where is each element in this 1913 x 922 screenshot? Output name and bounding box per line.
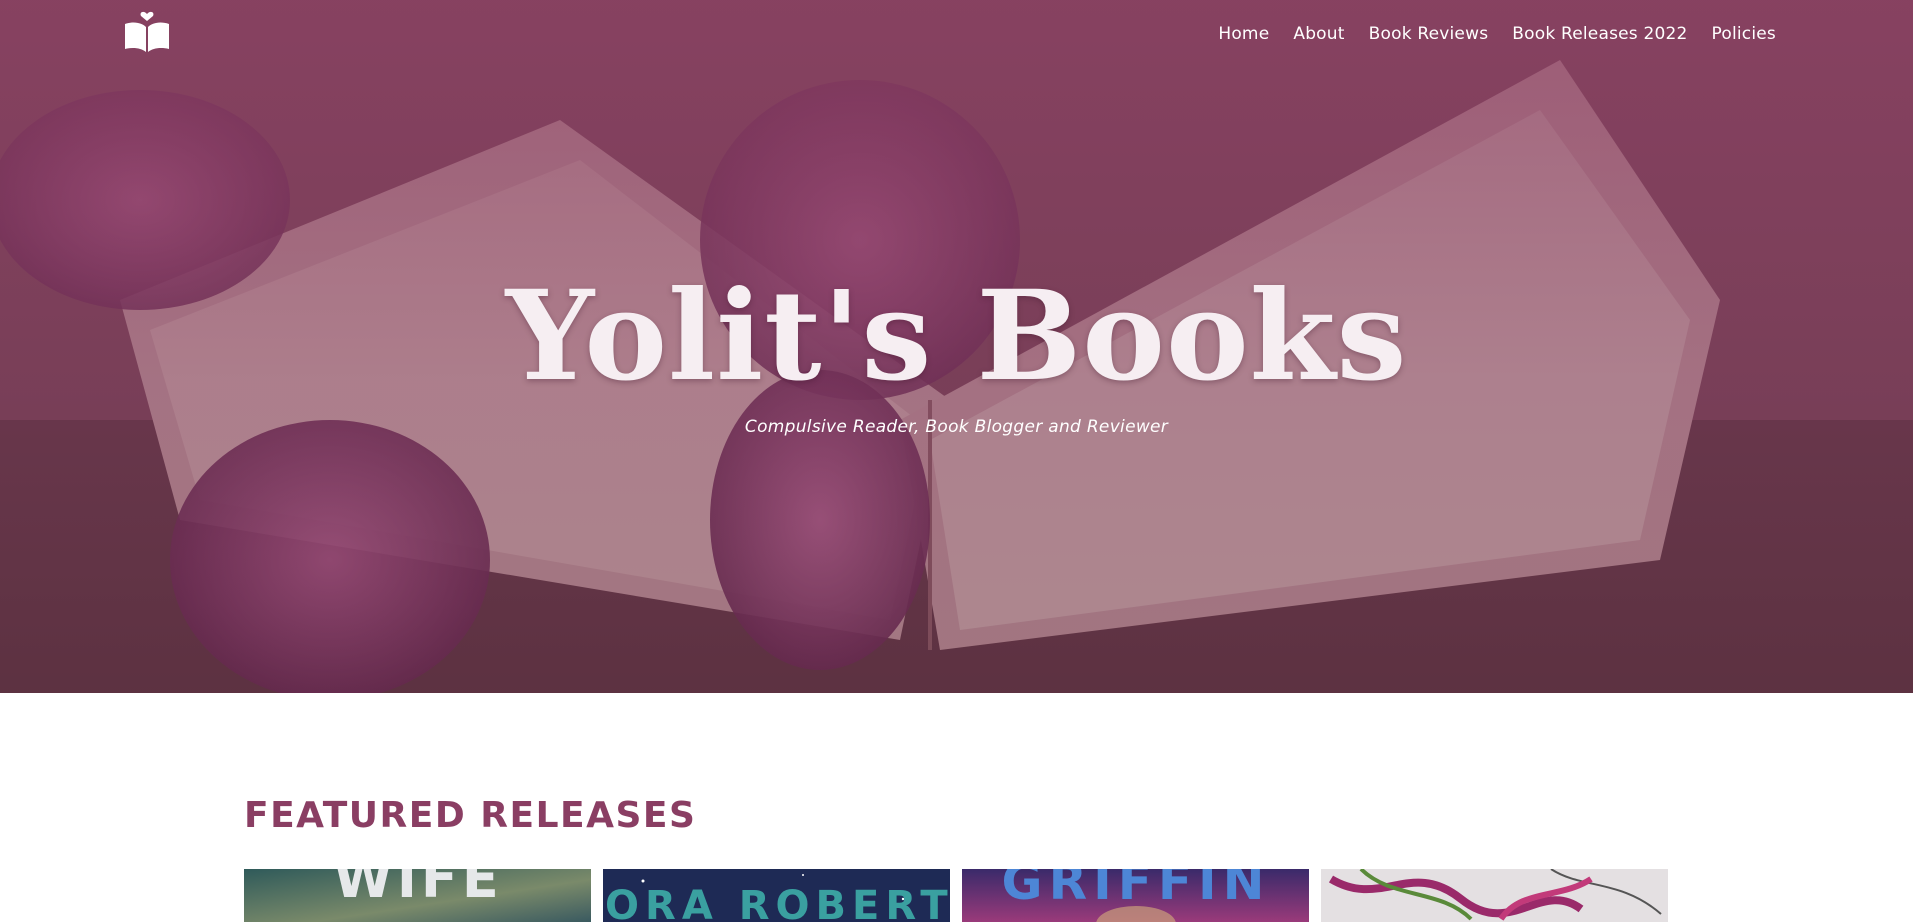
book-cover-2-image: NORA ROBERTS	[603, 869, 950, 922]
hero-banner: Home About Book Reviews Book Releases 20…	[0, 0, 1913, 693]
top-navigation: Home About Book Reviews Book Releases 20…	[0, 0, 1913, 70]
book-cover-4-image	[1321, 869, 1668, 922]
book-cover-1-text: WIFE	[333, 869, 502, 910]
book-cover-3-text: GRIFFIN	[1002, 869, 1271, 911]
open-book-heart-icon	[125, 11, 169, 52]
book-cover-4[interactable]	[1321, 869, 1668, 922]
featured-releases-carousel: WIFE NORA ROBERTS GRIFFIN	[244, 869, 1668, 922]
featured-releases-heading: FEATURED RELEASES	[244, 795, 697, 836]
book-cover-1[interactable]: WIFE	[244, 869, 591, 922]
site-tagline: Compulsive Reader, Book Blogger and Revi…	[744, 417, 1169, 437]
nav-home[interactable]: Home	[1218, 24, 1269, 44]
book-cover-1-image: WIFE	[244, 869, 591, 922]
book-cover-3-image: GRIFFIN	[962, 869, 1309, 922]
nav-about[interactable]: About	[1293, 24, 1344, 44]
site-title: Yolit's Books	[505, 264, 1408, 409]
nav-menu: Home About Book Reviews Book Releases 20…	[1218, 24, 1776, 44]
nav-book-releases-2022[interactable]: Book Releases 2022	[1512, 24, 1687, 44]
book-cover-3[interactable]: GRIFFIN	[962, 869, 1309, 922]
book-cover-2-text: NORA ROBERTS	[603, 883, 950, 922]
nav-book-reviews[interactable]: Book Reviews	[1369, 24, 1489, 44]
site-logo[interactable]	[122, 10, 172, 54]
nav-policies[interactable]: Policies	[1712, 24, 1776, 44]
book-cover-2[interactable]: NORA ROBERTS	[603, 869, 950, 922]
